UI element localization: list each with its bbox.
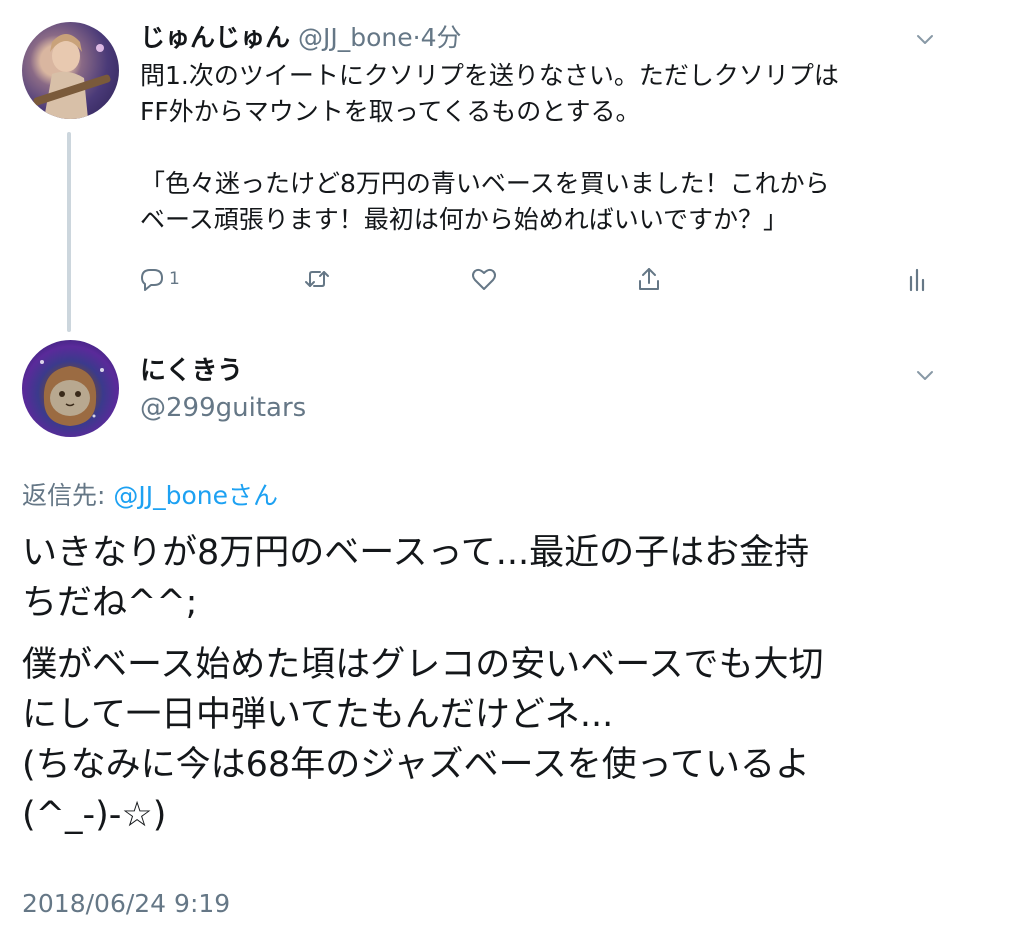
share-icon [639,268,659,290]
like-icon [472,268,496,290]
tweet2-text-line: いきなりが8万円のベースって...最近の子はお金持 [22,533,810,573]
tweet1-text-line: FF外からマウントを取ってくるものとする。 [140,97,641,126]
tweet1-separator: · [412,23,421,52]
avatar-299guitars[interactable] [22,340,119,437]
share-button[interactable] [634,262,664,296]
tweet1-quote-line: ベース頑張ります！最初は何から始めればいいですか？」 [140,205,789,234]
tweet2-text-line: (^_-)-☆) [22,795,167,835]
replying-to: 返信先: @JJ_boneさん [22,480,278,512]
reply-button[interactable]: 1 [137,262,180,296]
tweet2-text-line: (ちなみに今は68年のジャズベースを使っているよ [22,745,810,785]
thread-connector-line [67,132,71,332]
tweet1-text-line: 問1.次のツイートにクソリプを送りなさい。ただしクソリプは [140,61,839,90]
tweet1-header: じゅんじゅん @JJ_bone·4分 [140,22,461,54]
reply-icon [141,269,163,291]
retweet-icon [305,271,329,287]
tweet2-text-line: 僕がベース始めた頃はグレコの安いベースでも大切 [22,645,824,685]
analytics-button[interactable] [902,262,932,296]
tweet1-text: 問1.次のツイートにクソリプを送りなさい。ただしクソリプは FF外からマウントを… [140,58,960,238]
tweet2-handle[interactable]: @299guitars [140,392,306,424]
tweet2-display-name[interactable]: にくきう [140,355,243,387]
tweet1-display-name[interactable]: じゅんじゅん [140,23,290,52]
tweet2-paragraph-2: 僕がベース始めた頃はグレコの安いベースでも大切 にして一日中弾いてたもんだけどネ… [22,640,1002,840]
like-button[interactable] [469,262,499,296]
tweet1-time[interactable]: 4分 [421,23,462,52]
analytics-icon [909,268,925,292]
tweet2-paragraph-1: いきなりが8万円のベースって...最近の子はお金持 ちだね^^; [22,528,1002,628]
tweet2-text-line: ちだね^^; [22,583,198,623]
reply-count: 1 [169,269,180,289]
tweet2-timestamp[interactable]: 2018/06/24 9:19 [22,888,230,920]
avatar-jj-bone[interactable] [22,22,119,119]
tweet1-handle[interactable]: @JJ_bone [298,23,413,52]
retweet-button[interactable] [302,262,332,296]
chevron-down-icon[interactable] [916,30,934,48]
tweet1-quote-line: 「色々迷ったけど8万円の青いベースを買いました！これから [140,169,830,198]
tweet1-action-bar: 1 [137,262,937,296]
avatar-image [40,360,104,426]
chevron-down-icon[interactable] [916,366,934,384]
tweet-thread: じゅんじゅん @JJ_bone·4分 問1.次のツイートにクソリプを送りなさい。… [0,0,1024,930]
avatar-image [33,34,111,119]
replying-to-label: 返信先: [22,481,114,510]
tweet2-text-line: にして一日中弾いてたもんだけどネ... [22,695,614,735]
replying-to-mention[interactable]: @JJ_boneさん [113,481,278,510]
tweet2-text: いきなりが8万円のベースって...最近の子はお金持 ちだね^^; 僕がベース始め… [22,528,1002,840]
